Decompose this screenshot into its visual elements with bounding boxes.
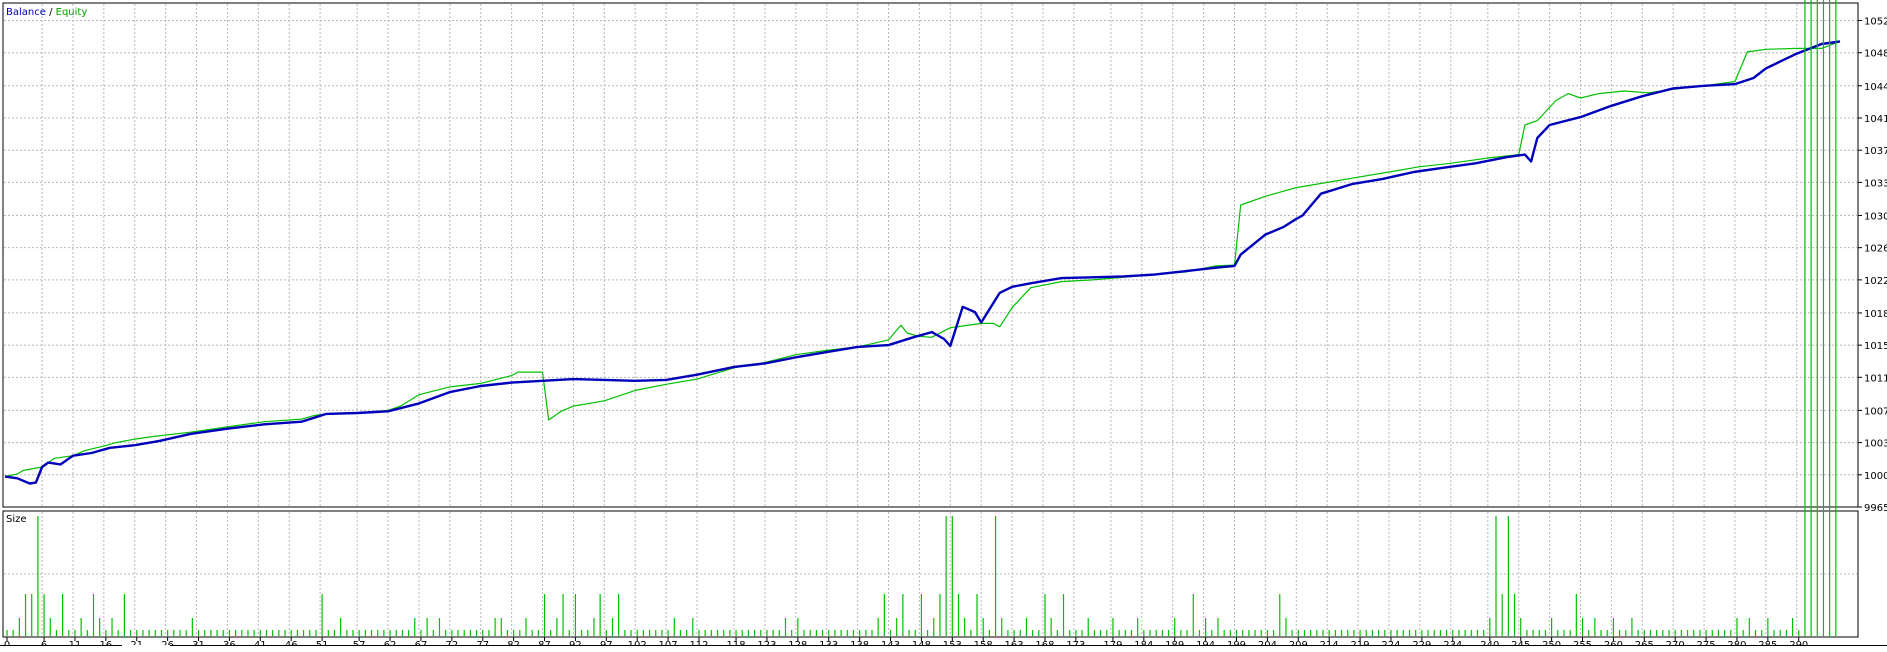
y-tick-label: 10039 xyxy=(1864,439,1887,450)
legend-balance: Balance xyxy=(6,7,46,18)
y-tick-label: 10151 xyxy=(1864,341,1887,352)
y-tick-label: 10449 xyxy=(1864,82,1887,93)
y-axis-tick-labels: 9965 10002 10039 10076 10114 10151 10188 10226 1… xyxy=(1858,17,1887,514)
balance-equity-plot-frame xyxy=(2,2,1859,508)
balance-equity-chart: 9965 10002 10039 10076 10114 10151 10188 10226 1… xyxy=(2,0,1887,651)
legend: Balance / Equity xyxy=(6,7,87,18)
balance-equity-panel xyxy=(2,2,1859,508)
y-tick-label: 10412 xyxy=(1864,114,1887,125)
bottom-scroll-strip xyxy=(0,645,1887,652)
y-tick-label: 10263 xyxy=(1864,244,1887,255)
y-tick-label: 10487 xyxy=(1864,49,1887,60)
y-tick-label: 10375 xyxy=(1864,146,1887,157)
y-tick-label: 10076 xyxy=(1864,406,1887,417)
legend-equity: Equity xyxy=(56,7,88,18)
y-tick-label: 10300 xyxy=(1864,211,1887,222)
y-tick-label: 10188 xyxy=(1864,309,1887,320)
strip-segment-left xyxy=(0,645,122,646)
y-tick-label: 10002 xyxy=(1864,471,1887,482)
strip-segment-right xyxy=(170,645,1887,646)
y-tick-label: 10524 xyxy=(1864,17,1887,28)
y-tick-label: 9965 xyxy=(1864,503,1887,514)
legend-separator: / xyxy=(46,7,56,18)
y-tick-label: 10114 xyxy=(1864,373,1887,384)
y-tick-label: 10226 xyxy=(1864,276,1887,287)
size-label: Size xyxy=(6,514,27,525)
y-tick-label: 10338 xyxy=(1864,178,1887,189)
